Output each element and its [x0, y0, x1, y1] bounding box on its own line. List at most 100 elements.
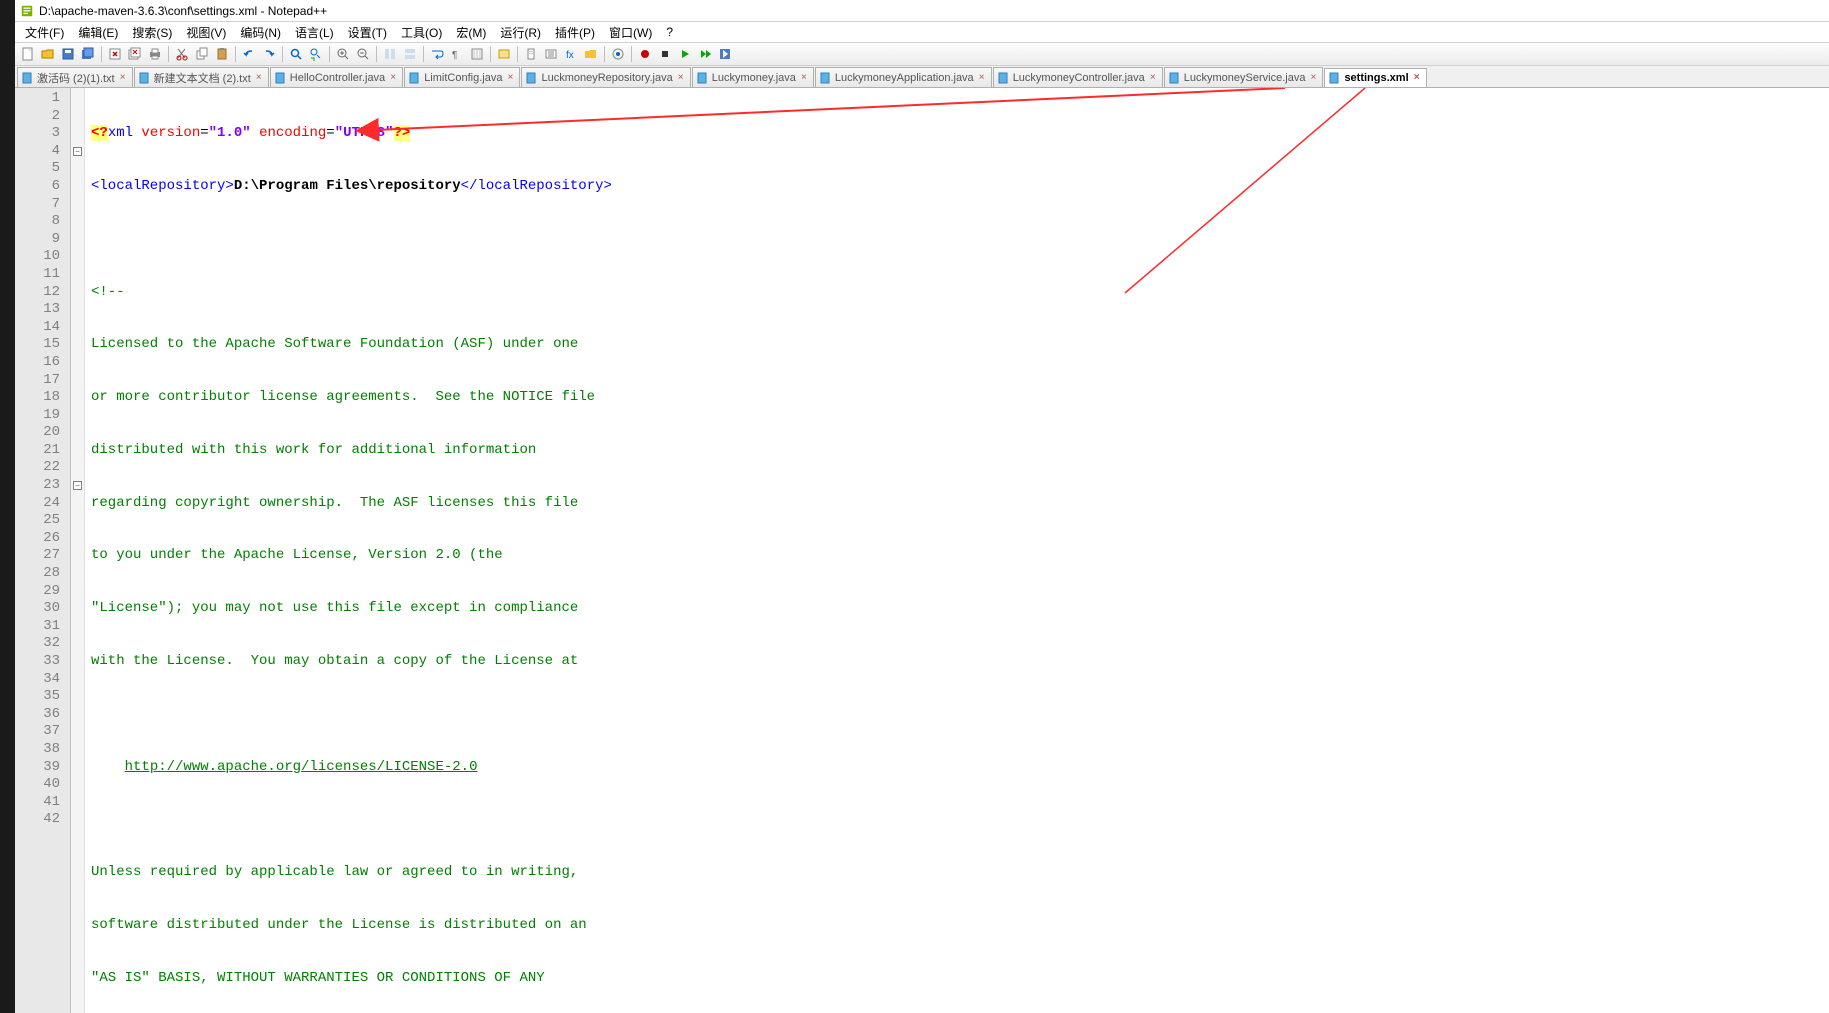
tab-file-9[interactable]: settings.xml × — [1324, 68, 1426, 88]
zoom-out-icon[interactable] — [354, 45, 372, 63]
license-url[interactable]: http://www.apache.org/licenses/LICENSE-2… — [125, 759, 478, 775]
menu-language[interactable]: 语言(L) — [289, 23, 340, 42]
doc-list-icon[interactable] — [542, 45, 560, 63]
menu-encoding[interactable]: 编码(N) — [234, 23, 287, 42]
toolbar: ¶ fx — [15, 42, 1829, 66]
editor-area[interactable]: 1234567891011121314151617181920212223242… — [15, 88, 1829, 1013]
tab-file-2[interactable]: HelloController.java× — [270, 67, 403, 87]
copy-icon[interactable] — [193, 45, 211, 63]
close-icon[interactable]: × — [676, 73, 686, 83]
tab-file-5[interactable]: Luckymoney.java× — [692, 67, 814, 87]
redo-icon[interactable] — [260, 45, 278, 63]
play-multi-icon[interactable] — [696, 45, 714, 63]
menu-view[interactable]: 视图(V) — [180, 23, 232, 42]
stop-icon[interactable] — [656, 45, 674, 63]
pi-close: ?> — [394, 125, 411, 141]
fold-toggle[interactable]: − — [73, 481, 82, 490]
record-icon[interactable] — [636, 45, 654, 63]
toolbar-sep — [604, 46, 605, 62]
tab-label: LuckymoneyController.java — [1013, 72, 1145, 84]
tab-file-6[interactable]: LuckymoneyApplication.java× — [815, 67, 992, 87]
new-file-icon[interactable] — [19, 45, 37, 63]
tab-file-4[interactable]: LuckmoneyRepository.java × — [521, 67, 690, 87]
menu-window[interactable]: 窗口(W) — [603, 23, 658, 42]
menu-plugins[interactable]: 插件(P) — [549, 23, 601, 42]
indent-guide-icon[interactable] — [468, 45, 486, 63]
find-icon[interactable] — [287, 45, 305, 63]
cut-icon[interactable] — [173, 45, 191, 63]
file-icon — [697, 72, 709, 84]
close-file-icon[interactable] — [106, 45, 124, 63]
comment-line: regarding copyright ownership. The ASF l… — [91, 495, 578, 511]
wordwrap-icon[interactable] — [428, 45, 446, 63]
attr: encoding — [259, 125, 326, 141]
monitor-icon[interactable] — [609, 45, 627, 63]
fold-column: −− — [71, 88, 85, 1013]
code-content[interactable]: <?xml version="1.0" encoding="UTF-8"?> <… — [85, 88, 1829, 1013]
attr-val: "1.0" — [209, 125, 251, 141]
menu-macro[interactable]: 宏(M) — [450, 23, 492, 42]
menu-search[interactable]: 搜索(S) — [126, 23, 178, 42]
undo-icon[interactable] — [240, 45, 258, 63]
xml-text: D:\Program Files\repository — [234, 178, 461, 194]
open-file-icon[interactable] — [39, 45, 57, 63]
save-macro-icon[interactable] — [716, 45, 734, 63]
tab-label: LuckymoneyService.java — [1184, 72, 1306, 84]
close-icon[interactable]: × — [254, 73, 264, 83]
close-icon[interactable]: × — [977, 73, 987, 83]
close-all-icon[interactable] — [126, 45, 144, 63]
fold-toggle[interactable]: − — [73, 147, 82, 156]
comment-line: with the License. You may obtain a copy … — [91, 653, 578, 669]
toolbar-sep — [329, 46, 330, 62]
menu-help[interactable]: ? — [660, 24, 679, 40]
menu-settings[interactable]: 设置(T) — [342, 23, 393, 42]
save-all-icon[interactable] — [79, 45, 97, 63]
tab-file-7[interactable]: LuckymoneyController.java× — [993, 67, 1163, 87]
pi-name: xml — [108, 125, 142, 141]
doc-map-icon[interactable] — [522, 45, 540, 63]
close-icon[interactable]: × — [799, 73, 809, 83]
print-icon[interactable] — [146, 45, 164, 63]
pi-open: <? — [91, 125, 108, 141]
tab-file-8[interactable]: LuckymoneyService.java× — [1164, 67, 1324, 87]
svg-text:fx: fx — [566, 50, 574, 61]
lang-icon[interactable] — [495, 45, 513, 63]
close-icon[interactable]: × — [1412, 73, 1422, 83]
save-icon[interactable] — [59, 45, 77, 63]
tab-file-0[interactable]: 激活码 (2)(1).txt× — [17, 67, 133, 87]
comment-open: <!-- — [91, 284, 125, 300]
menu-tools[interactable]: 工具(O) — [395, 23, 448, 42]
attr: version — [141, 125, 200, 141]
tab-file-1[interactable]: 新建文本文档 (2).txt× — [134, 67, 269, 87]
notepadpp-window: D:\apache-maven-3.6.3\conf\settings.xml … — [15, 0, 1829, 1013]
toolbar-sep — [631, 46, 632, 62]
tab-label: 激活码 (2)(1).txt — [37, 70, 115, 86]
toolbar-sep — [490, 46, 491, 62]
comment-line: Unless required by applicable law or agr… — [91, 864, 578, 880]
close-icon[interactable]: × — [1308, 73, 1318, 83]
tab-label: LuckmoneyRepository.java — [541, 72, 672, 84]
close-icon[interactable]: × — [118, 73, 128, 83]
func-list-icon[interactable]: fx — [562, 45, 580, 63]
sync-h-icon[interactable] — [401, 45, 419, 63]
titlebar: D:\apache-maven-3.6.3\conf\settings.xml … — [15, 0, 1829, 22]
paste-icon[interactable] — [213, 45, 231, 63]
close-icon[interactable]: × — [388, 73, 398, 83]
menu-run[interactable]: 运行(R) — [494, 23, 547, 42]
file-icon — [1329, 72, 1341, 84]
allchars-icon[interactable]: ¶ — [448, 45, 466, 63]
sync-v-icon[interactable] — [381, 45, 399, 63]
zoom-in-icon[interactable] — [334, 45, 352, 63]
window-title: D:\apache-maven-3.6.3\conf\settings.xml … — [39, 4, 327, 18]
menu-edit[interactable]: 编辑(E) — [72, 23, 124, 42]
play-icon[interactable] — [676, 45, 694, 63]
toolbar-sep — [376, 46, 377, 62]
close-icon[interactable]: × — [505, 73, 515, 83]
tab-label: settings.xml — [1344, 72, 1408, 84]
close-icon[interactable]: × — [1148, 73, 1158, 83]
folder-icon[interactable] — [582, 45, 600, 63]
menu-file[interactable]: 文件(F) — [19, 23, 70, 42]
tab-file-3[interactable]: LimitConfig.java× — [404, 67, 520, 87]
file-icon — [1169, 72, 1181, 84]
replace-icon[interactable] — [307, 45, 325, 63]
